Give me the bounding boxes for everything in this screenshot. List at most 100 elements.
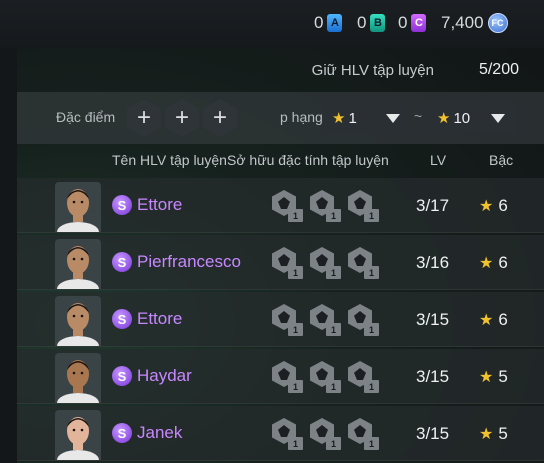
currency-c: 0 C bbox=[398, 12, 427, 34]
capacity-value: 5/200 bbox=[478, 61, 519, 78]
coach-level: 3/15 bbox=[416, 424, 450, 443]
col-lv: LV bbox=[430, 152, 447, 168]
currency-fc-value: 7,400 bbox=[441, 13, 484, 32]
coach-grade: ★ 6 bbox=[479, 253, 508, 273]
trait-level: 1 bbox=[364, 323, 379, 336]
coach-row[interactable]: S Haydar 1 1 1 3/15 ★ 5 bbox=[17, 349, 544, 404]
star-icon: ★ bbox=[437, 110, 451, 127]
s-badge-icon: S bbox=[112, 195, 132, 215]
trait-level: 1 bbox=[326, 380, 341, 393]
training-trait-icon[interactable]: 1 bbox=[272, 361, 303, 393]
capacity-label: Giữ HLV tập luyện bbox=[311, 62, 434, 79]
trait-level: 1 bbox=[326, 323, 341, 336]
star-icon: ★ bbox=[479, 198, 494, 215]
add-trait-filter-button[interactable]: + bbox=[203, 99, 237, 137]
min-rank-value: 1 bbox=[348, 109, 357, 127]
star-icon: ★ bbox=[479, 426, 494, 443]
chevron-down-icon bbox=[491, 114, 505, 123]
coach-grade: ★ 5 bbox=[479, 367, 508, 387]
training-trait-icon[interactable]: 1 bbox=[310, 304, 341, 336]
currency-fc: 7,400 FC bbox=[441, 12, 508, 34]
max-rank-value: 10 bbox=[453, 109, 471, 127]
avatar bbox=[55, 353, 101, 403]
currency-bar: 0 A 0 B 0 C 7,400 FC bbox=[0, 0, 544, 48]
coach-level: 3/15 bbox=[416, 310, 450, 329]
coach-grade: ★ 5 bbox=[479, 424, 508, 444]
coach-row[interactable]: S Pierfrancesco 1 1 1 3/16 ★ 6 bbox=[17, 235, 544, 290]
rank-filter-label: p hạng bbox=[280, 109, 323, 125]
coach-row[interactable]: S Ettore 1 1 1 3/17 ★ 6 bbox=[17, 178, 544, 233]
coach-grade: ★ 6 bbox=[479, 310, 508, 330]
trait-level: 1 bbox=[364, 380, 379, 393]
min-rank-select[interactable]: ★ 1 bbox=[322, 102, 410, 134]
training-trait-icon[interactable]: 1 bbox=[272, 418, 303, 450]
coach-name: Janek bbox=[137, 423, 183, 442]
trait-level: 1 bbox=[364, 437, 379, 450]
training-trait-icon[interactable]: 1 bbox=[310, 190, 341, 222]
grade-value: 5 bbox=[498, 424, 508, 443]
currency-b-value: 0 bbox=[357, 13, 367, 32]
coach-row[interactable]: S Janek 1 1 1 3/15 ★ 5 bbox=[17, 406, 544, 461]
trait-level: 1 bbox=[288, 437, 303, 450]
coach-name: Ettore bbox=[137, 309, 183, 328]
chevron-down-icon bbox=[386, 114, 400, 123]
training-trait-icon[interactable]: 1 bbox=[348, 190, 379, 222]
avatar bbox=[55, 182, 101, 232]
coach-row[interactable]: S Ettore 1 1 1 3/15 ★ 6 bbox=[17, 292, 544, 347]
trait-level: 1 bbox=[364, 266, 379, 279]
coach-level: 3/15 bbox=[416, 367, 450, 386]
grade-value: 6 bbox=[498, 310, 508, 329]
coach-level: 3/17 bbox=[416, 196, 450, 215]
training-trait-icon[interactable]: 1 bbox=[310, 247, 341, 279]
coach-capacity: Giữ HLV tập luyện 5/200 bbox=[17, 50, 544, 92]
s-badge-icon: S bbox=[112, 423, 132, 443]
currency-b: 0 B bbox=[357, 12, 386, 34]
avatar bbox=[55, 410, 101, 460]
avatar bbox=[55, 239, 101, 289]
c-token-icon: C bbox=[411, 14, 427, 32]
star-icon: ★ bbox=[479, 369, 494, 386]
coach-name: Haydar bbox=[137, 366, 192, 385]
coach-grade: ★ 6 bbox=[479, 196, 508, 216]
trait-level: 1 bbox=[326, 209, 341, 222]
training-trait-icon[interactable]: 1 bbox=[272, 304, 303, 336]
trait-level: 1 bbox=[364, 209, 379, 222]
plus-icon: + bbox=[136, 104, 151, 131]
plus-icon: + bbox=[212, 104, 227, 131]
training-trait-icon[interactable]: 1 bbox=[272, 190, 303, 222]
coach-name: Ettore bbox=[137, 195, 183, 214]
trait-level: 1 bbox=[288, 380, 303, 393]
training-trait-icon[interactable]: 1 bbox=[272, 247, 303, 279]
coach-level: 3/16 bbox=[416, 253, 450, 272]
training-trait-icon[interactable]: 1 bbox=[348, 361, 379, 393]
filter-panel: Đặc điểm c + + + p hạng ★ 1 ~ ★ 10 bbox=[17, 92, 544, 144]
training-trait-icon[interactable]: 1 bbox=[348, 247, 379, 279]
max-rank-select[interactable]: ★ 10 bbox=[427, 102, 515, 134]
b-token-icon: B bbox=[370, 14, 386, 32]
trait-level: 1 bbox=[288, 323, 303, 336]
training-trait-icon[interactable]: 1 bbox=[310, 418, 341, 450]
training-trait-icon[interactable]: 1 bbox=[310, 361, 341, 393]
star-icon: ★ bbox=[479, 312, 494, 329]
trait-level: 1 bbox=[326, 266, 341, 279]
currency-c-value: 0 bbox=[398, 13, 408, 32]
s-badge-icon: S bbox=[112, 309, 132, 329]
training-trait-icon[interactable]: 1 bbox=[348, 418, 379, 450]
star-icon: ★ bbox=[332, 110, 346, 127]
left-edge bbox=[0, 48, 17, 463]
range-separator: ~ bbox=[414, 108, 423, 124]
currency-a: 0 A bbox=[314, 12, 343, 34]
add-trait-filter-button[interactable]: + bbox=[127, 99, 161, 137]
col-grade: Bậc bbox=[489, 152, 514, 168]
s-badge-icon: S bbox=[112, 252, 132, 272]
table-header: Tên HLV tập luyện Sở hữu đặc tính tập lu… bbox=[17, 144, 544, 178]
training-trait-icon[interactable]: 1 bbox=[348, 304, 379, 336]
trait-level: 1 bbox=[288, 266, 303, 279]
plus-icon: + bbox=[174, 104, 189, 131]
col-name: Tên HLV tập luyện bbox=[112, 152, 227, 168]
fc-coin-icon: FC bbox=[487, 13, 508, 33]
currency-a-value: 0 bbox=[314, 13, 324, 32]
grade-value: 6 bbox=[498, 196, 508, 215]
add-trait-filter-button[interactable]: + bbox=[165, 99, 199, 137]
coach-name: Pierfrancesco bbox=[137, 252, 241, 271]
